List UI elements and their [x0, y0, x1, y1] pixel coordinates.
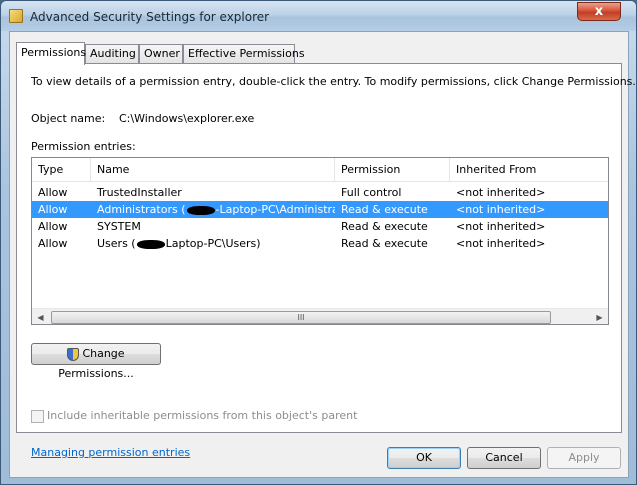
table-row[interactable]: Allow SYSTEM Read & execute <not inherit…: [32, 218, 608, 235]
column-header-permission[interactable]: Permission: [335, 158, 450, 182]
uac-shield-icon: [67, 347, 80, 361]
redaction-mark: [136, 239, 165, 249]
include-inheritable-label: Include inheritable permissions from thi…: [47, 409, 358, 422]
list-header: Type Name Permission Inherited From: [32, 158, 608, 182]
permissions-panel: To view details of a permission entry, d…: [16, 63, 636, 459]
cell-permission: Read & execute: [341, 237, 428, 250]
instructions-text: To view details of a permission entry, d…: [31, 75, 636, 88]
name-text-suffix: -Laptop-PC\Administrators): [215, 203, 335, 216]
permission-entries-list[interactable]: Type Name Permission Inherited From Allo…: [31, 157, 609, 325]
dialog-client: Permissions Auditing Owner Effective Per…: [9, 31, 636, 478]
tab-owner[interactable]: Owner: [139, 44, 183, 64]
tab-effective-permissions[interactable]: Effective Permissions: [183, 44, 305, 64]
scroll-right-icon[interactable]: ▶: [591, 309, 608, 324]
security-settings-window: Advanced Security Settings for explorer …: [0, 0, 637, 485]
ok-button[interactable]: OK: [387, 447, 461, 469]
column-header-inherited-from[interactable]: Inherited From: [450, 158, 608, 182]
cell-name: TrustedInstaller: [91, 184, 335, 201]
cell-permission: Read & execute: [341, 203, 428, 216]
object-name-value: C:\Windows\explorer.exe: [119, 112, 255, 125]
tab-permissions[interactable]: Permissions: [16, 42, 86, 65]
window-title: Advanced Security Settings for explorer: [30, 10, 270, 24]
cell-name: Administrators ( -Laptop-PC\Administrator…: [91, 201, 335, 218]
managing-permission-entries-link[interactable]: Managing permission entries: [31, 446, 190, 459]
cell-inherited-from: <not inherited>: [456, 220, 546, 233]
object-name-label: Object name:: [31, 112, 106, 125]
scroll-left-icon[interactable]: ◀: [32, 309, 49, 324]
permission-entries-label: Permission entries:: [31, 140, 136, 153]
column-header-name[interactable]: Name: [91, 158, 335, 182]
name-text-suffix: Laptop-PC\Users): [165, 237, 261, 250]
cancel-button[interactable]: Cancel: [467, 447, 541, 469]
name-text: Administrators (: [97, 203, 186, 216]
cell-type: Allow: [38, 237, 68, 250]
apply-button[interactable]: Apply: [547, 447, 621, 469]
title-bar[interactable]: Advanced Security Settings for explorer …: [1, 1, 636, 31]
table-row[interactable]: Allow TrustedInstaller Full control <not…: [32, 184, 608, 201]
close-button[interactable]: x: [577, 2, 621, 21]
cell-name: Users ( Laptop-PC\Users): [91, 235, 335, 252]
scroll-thumb[interactable]: III: [51, 311, 551, 324]
include-inheritable-checkbox[interactable]: [31, 409, 44, 423]
name-text: Users (: [97, 237, 136, 250]
column-header-type[interactable]: Type: [32, 158, 91, 182]
cell-name: SYSTEM: [91, 218, 335, 235]
cell-type: Allow: [38, 220, 68, 233]
folder-icon: [9, 9, 23, 23]
include-inheritable-option: Include inheritable permissions from thi…: [31, 409, 357, 423]
cell-inherited-from: <not inherited>: [456, 186, 546, 199]
name-text: TrustedInstaller: [97, 186, 182, 199]
name-text: SYSTEM: [97, 220, 141, 233]
cell-permission: Full control: [341, 186, 402, 199]
tab-auditing[interactable]: Auditing: [85, 44, 139, 64]
cell-inherited-from: <not inherited>: [456, 203, 546, 216]
change-permissions-button[interactable]: Change Permissions...: [31, 343, 161, 380]
horizontal-scrollbar[interactable]: ◀ III ▶: [32, 308, 608, 324]
cell-type: Allow: [38, 186, 68, 199]
table-row-selected[interactable]: Allow Administrators ( -Laptop-PC\Adminis…: [32, 201, 608, 218]
cell-permission: Read & execute: [341, 220, 428, 233]
cell-type: Allow: [38, 203, 68, 216]
table-row[interactable]: Allow Users ( Laptop-PC\Users) Read & exe…: [32, 235, 608, 252]
cell-inherited-from: <not inherited>: [456, 237, 546, 250]
redaction-mark: [186, 205, 215, 215]
